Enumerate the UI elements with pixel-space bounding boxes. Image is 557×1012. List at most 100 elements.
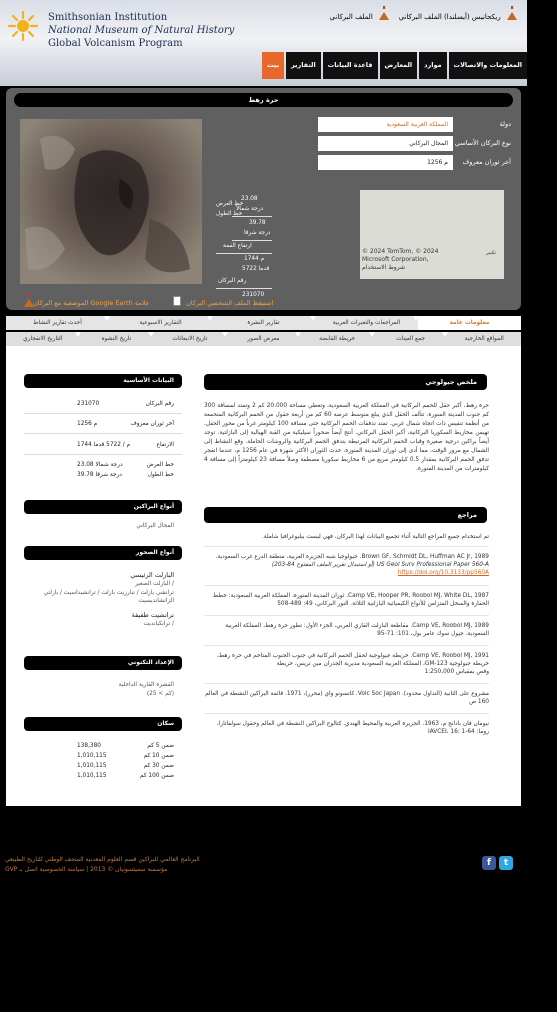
reference-item: Camp VE, Hooper PR, Roobol MJ, White DL,…: [212, 593, 489, 607]
divider: [24, 433, 182, 434]
tab-bulletin-reports[interactable]: تقارير النشرة: [212, 316, 316, 330]
tabs-row-primary: معلومات عامة المراجعات والتغيرات العربية…: [6, 316, 521, 330]
google-earth-link[interactable]: الموضعية مع البركان Google Earth علامة: [33, 299, 150, 307]
twitter-icon[interactable]: t: [499, 856, 513, 870]
smithsonian-sun-icon[interactable]: [8, 11, 38, 41]
tab-emission-history[interactable]: تاريخ الانبعاثات: [153, 332, 228, 346]
facebook-icon[interactable]: f: [482, 856, 496, 870]
header-volcano-link-reykjanes[interactable]: ريكجانيس (أيسلندا) الملف البركاني: [399, 6, 517, 21]
logo-line-museum[interactable]: National Museum of Natural History: [48, 25, 234, 36]
reference-item: Brown GF, Schmidt DL, Huffman AC Jr, 198…: [215, 554, 489, 576]
elevation-label: ارتفاع القمة: [223, 243, 252, 249]
location-map[interactable]: تكبير © 2024 TomTom, © 2024 Microsoft Co…: [360, 190, 504, 279]
divider: [204, 546, 489, 547]
volcano-icon: [507, 6, 517, 20]
map-copyright: © 2024 TomTom, © 2024 Microsoft Corporat…: [362, 248, 439, 271]
info-value: المجال البركاني: [318, 135, 453, 151]
divider: [204, 713, 489, 714]
divider: [204, 585, 489, 586]
lat-value: 23.08: [241, 196, 258, 202]
nav-item-exhibits[interactable]: المعارض: [379, 52, 418, 79]
pop-row-30km: ضمن 30 كم 1,010,115: [77, 763, 174, 769]
rock-minor-1: ترانكيانديت /: [143, 621, 174, 627]
pop-row-100km: ضمن 100 كم 1,010,115: [77, 773, 174, 779]
volcano-summary-panel: حرة رهط دولة المملكة العربية السعودية نو…: [6, 88, 521, 310]
reference-item: مشروع على الثانية (التداول محدود). Volc …: [204, 691, 489, 705]
rock-major-2: ترانشي بازلت / تبارزيت بازلت / ترانشيداس…: [43, 590, 174, 604]
data-row-longitude: خط الطول درجة شرقا 39.78: [77, 472, 174, 478]
divider: [232, 240, 272, 241]
divider: [216, 288, 272, 289]
data-row-number: رقم البركان 231070: [77, 401, 174, 407]
pop-row-10km: ضمن 10 كم 1,010,115: [77, 753, 174, 759]
geologic-summary-heading: ملخص جيولوجي: [204, 374, 487, 390]
info-value: م 1256: [318, 154, 453, 170]
tab-general-info[interactable]: معلومات عامة: [418, 316, 521, 330]
footer-links[interactable]: البرنامج العالمي للبراكين قسم العلوم الم…: [5, 856, 200, 863]
tab-weekly-reports[interactable]: التقارير الاسبوعية: [109, 316, 213, 330]
lon-label: خط الطول: [216, 211, 243, 217]
divider: [204, 615, 489, 616]
site-header: Smithsonian Institution National Museum …: [0, 0, 527, 86]
tab-activity-reports[interactable]: أحدث تقارير النشاط: [6, 316, 110, 330]
satellite-image: [20, 119, 202, 284]
info-label: آخر ثوران معروف: [462, 158, 511, 166]
tab-external-sites[interactable]: المواقع الخارجية: [447, 332, 521, 346]
tab-synonyms[interactable]: المراجعات والتغيرات العربية: [315, 316, 419, 330]
data-row-elevation: الارتفاع م / 5722 قدما 1744: [77, 442, 174, 448]
reference-doi-link[interactable]: https://doi.org/10.3133/pp560A: [398, 570, 489, 576]
divider: [204, 683, 489, 684]
volcano-profile-link[interactable]: استيقظ الملف الشخصي البركان: [186, 299, 273, 307]
tectonic-setting-text-2: (25 < كم): [146, 691, 174, 697]
site-footer: البرنامج العالمي للبراكين قسم العلوم الم…: [0, 842, 527, 882]
rock-types-heading: أنواع الصخور: [24, 546, 182, 560]
nav-item-resources[interactable]: موارد: [419, 52, 447, 79]
volcano-title: حرة رهط: [14, 93, 513, 107]
divider: [216, 253, 272, 254]
footer-copyright[interactable]: GVP مؤسسة سميثسونيان © 2013 | سياسة الخص…: [5, 866, 167, 873]
lon-unit: درجة شرقا: [244, 230, 271, 236]
references-intro: تم استخدام جميع المراجع التالية أثناء تج…: [261, 534, 489, 540]
tab-map-holdings[interactable]: خريطة القابضة: [300, 332, 375, 346]
divider: [24, 413, 182, 414]
volcano-number-label: رقم البركان: [218, 278, 247, 284]
nav-item-reports[interactable]: التقارير: [286, 52, 321, 79]
volcano-icon: [379, 6, 389, 20]
map-zoom-control[interactable]: تكبير: [486, 250, 496, 256]
tabs-row-secondary: المواقع الخارجية جمع العينات خريطة القاب…: [6, 332, 521, 346]
tectonic-setting-text: القشرة القارية الداخلية: [118, 682, 174, 688]
volcano-types-heading: أنواع البراكين: [24, 500, 182, 514]
logo-line-program[interactable]: Global Volcanism Program: [48, 38, 183, 49]
basic-data-heading: البيانات الأساسية: [24, 374, 182, 388]
pop-row-5km: ضمن 5 كم 138,380: [77, 743, 174, 749]
elevation-meters: 1744 م: [244, 256, 265, 262]
rock-major-heading: البازلت الرئيسي: [130, 571, 174, 579]
volcano-number-value: 231070: [242, 292, 265, 298]
lon-value: 39.78: [249, 220, 266, 226]
nav-item-database[interactable]: قاعدة البيانات: [322, 52, 378, 79]
elevation-feet: 5722 قدما: [242, 266, 270, 272]
page: Smithsonian Institution National Museum …: [0, 0, 527, 1012]
rock-minor-heading: ترانشيت طفيفة: [131, 611, 174, 619]
reference-item: Camp VE, Roobol MJ, 1991. خريطة جيولوجية…: [216, 653, 489, 675]
divider: [204, 645, 489, 646]
info-row-country: دولة المملكة العربية السعودية: [318, 116, 513, 132]
country-link[interactable]: المملكة العربية السعودية: [318, 116, 453, 132]
tab-samples[interactable]: جمع العينات: [374, 332, 448, 346]
tab-deformation-history[interactable]: تاريخ التشوه: [80, 332, 154, 346]
nav-item-info[interactable]: المعلومات والاتصالات: [448, 52, 527, 79]
geologic-summary-text: حرة رهط، أكبر حقل للحمم البركانية في الم…: [204, 403, 490, 472]
divider: [24, 454, 182, 455]
reference-item: Camp VE, Roobol MJ, 1989. مقاطعة البازلت…: [225, 623, 489, 637]
info-row-type: نوع البركان الأساسي المجال البركاني: [318, 135, 513, 151]
logo-line-institution[interactable]: Smithsonian Institution: [48, 12, 167, 23]
info-row-last-eruption: آخر ثوران معروف م 1256: [318, 154, 513, 170]
tab-photo-gallery[interactable]: معرض الصور: [227, 332, 301, 346]
population-heading: سكان: [24, 717, 182, 731]
volcano-type-text: المجال البركاني: [136, 523, 174, 529]
main-nav: المعلومات والاتصالات موارد المعارض قاعدة…: [260, 52, 527, 79]
tab-eruptive-history[interactable]: التاريخ الانفجاري: [6, 332, 81, 346]
document-icon[interactable]: [173, 296, 181, 306]
header-volcano-profile-link[interactable]: الملف البركاني: [330, 6, 389, 21]
nav-item-home[interactable]: بيت: [262, 52, 285, 79]
